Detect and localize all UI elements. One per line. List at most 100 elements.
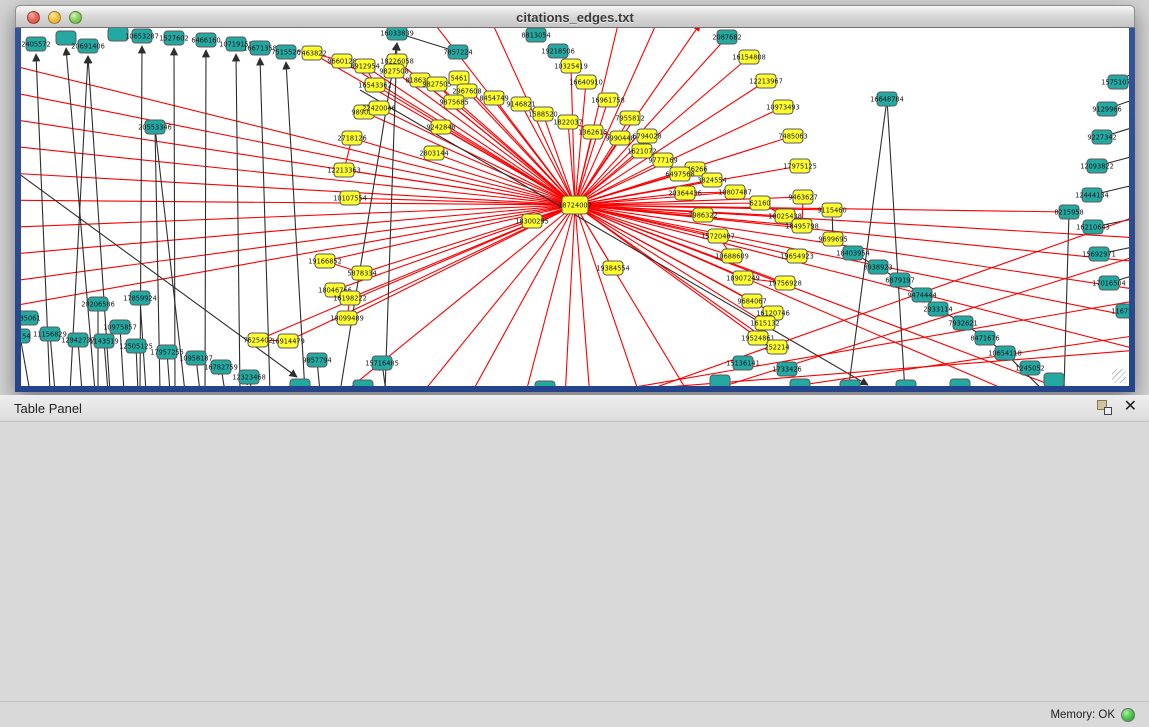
network-node[interactable]: 2933114 xyxy=(923,302,952,316)
network-node-selected[interactable]: 7485063 xyxy=(778,129,807,143)
network-node[interactable]: 7515526 xyxy=(271,45,300,59)
network-node-selected[interactable]: 7463822 xyxy=(297,46,326,60)
network-node[interactable]: 17859924 xyxy=(123,291,157,305)
selected-edge[interactable] xyxy=(575,205,1129,318)
network-node-selected[interactable]: 10325419 xyxy=(554,59,588,73)
edge[interactable] xyxy=(848,99,887,386)
network-node[interactable]: 1245052 xyxy=(1015,361,1044,375)
network-node-selected[interactable]: 12213363 xyxy=(327,163,361,177)
edge[interactable] xyxy=(236,54,240,386)
network-node-selected[interactable]: 9463627 xyxy=(788,190,817,204)
selected-edge[interactable] xyxy=(21,88,575,205)
network-node[interactable] xyxy=(290,379,310,386)
network-node[interactable]: 19218506 xyxy=(541,44,575,58)
network-node-selected[interactable]: 9990448 xyxy=(605,131,634,145)
network-node[interactable]: 185061 xyxy=(21,311,41,325)
network-node[interactable]: 20553346 xyxy=(138,120,172,134)
network-node-selected[interactable]: 5878334 xyxy=(347,266,376,280)
selected-edge[interactable] xyxy=(21,116,575,205)
network-node-selected[interactable]: 19654923 xyxy=(780,249,814,263)
network-node-selected[interactable]: 19166852 xyxy=(308,254,342,268)
network-node[interactable]: 9227342 xyxy=(1087,130,1116,144)
edge[interactable] xyxy=(50,334,55,386)
network-node[interactable]: 8471676 xyxy=(970,331,999,345)
network-node-selected[interactable]: 2718126 xyxy=(337,131,366,145)
network-node[interactable]: 1167533 xyxy=(1111,304,1129,318)
network-view[interactable]: 1872400724055722069140610653287152760264… xyxy=(21,28,1129,386)
network-node[interactable]: 8813054 xyxy=(521,28,550,42)
selected-edge[interactable] xyxy=(21,205,575,256)
network-node[interactable]: 1527602 xyxy=(159,31,188,45)
network-node[interactable]: 9474444 xyxy=(907,288,936,302)
network-node-selected[interactable]: 3824554 xyxy=(697,173,726,187)
network-node[interactable]: 16210643 xyxy=(1076,220,1110,234)
network-node-selected[interactable]: 8912954 xyxy=(350,59,379,73)
resize-grip[interactable] xyxy=(1112,369,1126,383)
network-node[interactable] xyxy=(840,380,860,386)
network-node-selected[interactable]: 17975125 xyxy=(783,159,817,173)
network-window-titlebar[interactable]: citations_edges.txt xyxy=(15,5,1135,28)
network-node-selected[interactable]: 16914479 xyxy=(271,334,305,348)
selected-edge[interactable] xyxy=(575,205,1129,350)
close-panel-icon[interactable]: ✕ xyxy=(1124,399,1137,415)
network-node[interactable]: 9857794 xyxy=(302,353,331,367)
network-node[interactable]: 10653287 xyxy=(125,29,159,43)
network-node[interactable] xyxy=(950,379,970,386)
selected-edge[interactable] xyxy=(394,71,575,205)
edge[interactable] xyxy=(205,50,206,386)
network-node[interactable]: 12093822 xyxy=(1080,159,1114,173)
float-window-icon[interactable] xyxy=(1097,400,1112,415)
network-node[interactable] xyxy=(353,380,373,386)
network-node[interactable] xyxy=(790,379,810,386)
network-node[interactable]: 16648784 xyxy=(870,92,904,106)
network-node[interactable]: 1143519 xyxy=(89,334,118,348)
network-node-selected[interactable]: 252214 xyxy=(764,340,789,354)
selected-edge[interactable] xyxy=(470,205,575,386)
network-node-selected[interactable]: 62160 xyxy=(750,196,771,210)
network-node[interactable]: 15716485 xyxy=(365,356,399,370)
network-node-selected[interactable]: 18724007 xyxy=(558,196,592,214)
citation-network-graph[interactable]: 1872400724055722069140610653287152760264… xyxy=(21,28,1129,386)
selected-edge[interactable] xyxy=(575,205,797,256)
network-node-selected[interactable]: 6497568 xyxy=(665,167,694,181)
selected-edge[interactable] xyxy=(575,205,640,386)
network-node-selected[interactable]: 7986322 xyxy=(688,208,717,222)
network-node[interactable]: 6466160 xyxy=(191,33,220,47)
selected-edge[interactable] xyxy=(565,205,575,386)
edge[interactable] xyxy=(1064,212,1069,386)
network-node-selected[interactable]: 9146821 xyxy=(506,97,535,111)
selected-edge[interactable] xyxy=(575,205,590,386)
network-node[interactable]: 17016504 xyxy=(1092,276,1126,290)
network-node-selected[interactable]: 9875685 xyxy=(439,95,468,109)
network-node-selected[interactable]: 10807487 xyxy=(718,185,752,199)
network-node-selected[interactable]: 9699695 xyxy=(818,232,847,246)
network-node[interactable]: 10975857 xyxy=(103,320,137,334)
network-node-selected[interactable]: 9115460 xyxy=(817,203,846,217)
network-node[interactable]: 15751074 xyxy=(1101,75,1129,89)
network-node-selected[interactable]: 5461 xyxy=(449,71,469,85)
network-node[interactable] xyxy=(535,381,555,386)
network-node-selected[interactable]: 10973493 xyxy=(766,100,800,114)
network-node[interactable]: 16033839 xyxy=(380,28,414,40)
network-node[interactable]: 39154 xyxy=(21,329,30,343)
network-node-selected[interactable]: 8454749 xyxy=(479,91,508,105)
network-node-selected[interactable]: 9242848 xyxy=(426,120,455,134)
memory-status[interactable]: Memory: OK xyxy=(1050,708,1135,722)
network-window[interactable]: citations_edges.txt 18724007240557220691… xyxy=(15,5,1135,392)
network-node[interactable]: 12323468 xyxy=(232,370,266,384)
network-node[interactable]: 12505125 xyxy=(119,339,153,353)
edge[interactable] xyxy=(174,48,175,386)
network-node-selected[interactable]: 9827508 xyxy=(379,64,408,78)
network-node-selected[interactable]: 16154808 xyxy=(732,50,766,64)
network-node-selected[interactable]: 19384554 xyxy=(596,261,630,275)
network-node[interactable]: 9129966 xyxy=(1092,102,1121,116)
network-node[interactable]: 7932621 xyxy=(948,316,977,330)
network-node-selected[interactable]: 2803144 xyxy=(419,146,448,160)
selected-edge[interactable] xyxy=(364,112,575,205)
network-node[interactable]: 8215958 xyxy=(1054,205,1083,219)
network-node[interactable]: 2405572 xyxy=(21,37,50,51)
network-node-selected[interactable]: 10688609 xyxy=(715,249,749,263)
network-node[interactable]: 6879197 xyxy=(885,273,914,287)
network-node-selected[interactable]: 6794028 xyxy=(632,129,661,143)
network-node[interactable]: 15136141 xyxy=(726,356,760,370)
